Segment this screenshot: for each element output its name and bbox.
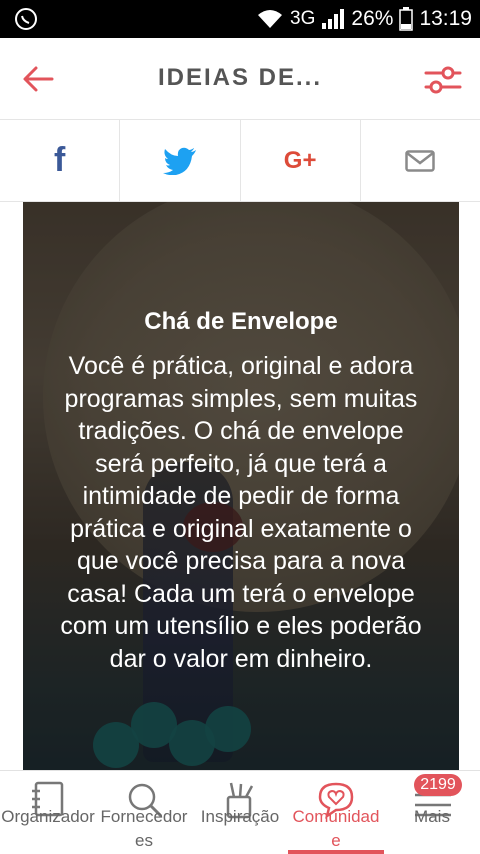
nav-comunidade[interactable]: Comunidade [288, 771, 384, 854]
facebook-icon: f [53, 141, 66, 179]
twitter-icon [162, 147, 196, 175]
status-icons: 3G 26% 13:19 [256, 0, 472, 38]
nav-label-fornecedores: Fornecedores [100, 807, 188, 850]
nav-label-organizador: Organizador [1, 807, 95, 826]
share-email-button[interactable] [361, 120, 480, 201]
card-description: Você é prática, original e adora program… [60, 352, 422, 673]
nav-label-comunidade: Comunidade [292, 807, 380, 850]
bottom-nav: Organizador Fornecedores Inspiração Comu… [0, 770, 480, 854]
idea-card[interactable]: Chá de Envelope Você é prática, original… [23, 202, 459, 770]
googleplus-icon: G+ [283, 146, 317, 174]
nav-organizador[interactable]: Organizador [0, 771, 96, 854]
nav-fornecedores[interactable]: Fornecedores [96, 771, 192, 854]
share-googleplus-button[interactable]: G+ [241, 120, 361, 201]
clock: 13:19 [419, 7, 472, 30]
signal-icon [322, 9, 345, 29]
whatsapp-icon [15, 8, 37, 30]
nav-label-mais: Mais [414, 807, 450, 826]
card-title: Chá de Envelope [144, 308, 338, 335]
mail-icon [405, 149, 436, 172]
nav-label-inspiracao: Inspiração [200, 807, 280, 826]
notification-badge: 2199 [414, 774, 462, 796]
status-bar: 3G 26% 13:19 [0, 0, 480, 38]
network-type: 3G [290, 8, 316, 29]
share-facebook-button[interactable]: f [0, 120, 121, 201]
app-header: IDEIAS DE... [0, 38, 480, 120]
battery-percent: 26% [351, 7, 394, 30]
filter-sliders-icon[interactable] [424, 64, 462, 96]
share-bar: f G+ [0, 120, 480, 202]
nav-inspiracao[interactable]: Inspiração [192, 771, 288, 854]
battery-icon [399, 7, 414, 31]
wifi-icon [258, 10, 283, 28]
share-twitter-button[interactable] [120, 120, 241, 201]
page-title: IDEIAS DE... [157, 64, 323, 91]
